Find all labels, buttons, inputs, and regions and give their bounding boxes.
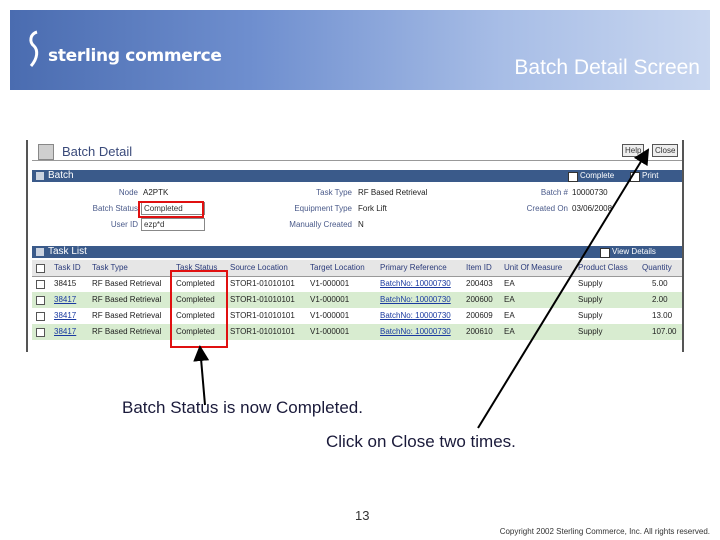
copyright-notice: Copyright 2002 Sterling Commerce, Inc. A…: [499, 527, 710, 536]
close-arrow: [477, 148, 650, 429]
status-callout: Batch Status is now Completed.: [122, 398, 363, 417]
callout-arrows: [193, 148, 650, 429]
status-arrow: [193, 345, 210, 406]
page-number: 13: [355, 508, 370, 523]
close-callout: Click on Close two times.: [326, 432, 516, 451]
